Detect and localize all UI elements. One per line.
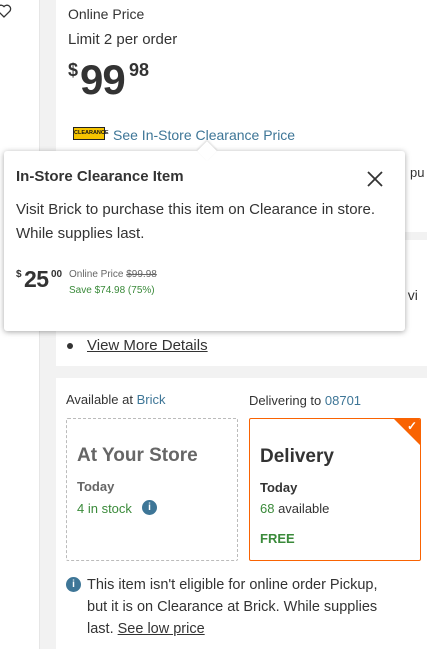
- close-icon[interactable]: [366, 170, 384, 188]
- delivery-shipping-cost: FREE: [260, 531, 295, 546]
- delivering-to-prefix: Delivering to: [249, 393, 322, 408]
- info-icon: i: [66, 577, 81, 592]
- pickup-ineligible-notice: i This item isn't eligible for online or…: [66, 574, 421, 640]
- price-cents: 98: [129, 60, 150, 80]
- view-more-details-link[interactable]: View More Details: [87, 337, 208, 354]
- heart-icon[interactable]: [0, 3, 12, 19]
- notice-line-3-prefix: last.: [87, 621, 118, 637]
- available-at-label: Available at Brick: [66, 392, 166, 407]
- tooltip-body: Visit Brick to purchase this item on Cle…: [16, 201, 376, 242]
- product-page: Online Price Limit 2 per order $ 99 98 C…: [0, 0, 427, 649]
- checkmark-icon: ✓: [406, 419, 417, 433]
- view-more-details: View More Details: [67, 337, 208, 354]
- bullet-icon: [67, 343, 73, 350]
- delivery-option-day: Today: [260, 480, 298, 495]
- delivery-available-word: available: [274, 501, 330, 516]
- clearance-price-link[interactable]: See In-Store Clearance Price: [113, 127, 295, 143]
- store-name-link[interactable]: Brick: [137, 392, 166, 407]
- delivery-count: 68: [260, 501, 275, 516]
- order-limit-text: Limit 2 per order: [68, 31, 178, 48]
- notice-line-1: This item isn't eligible for online orde…: [87, 577, 378, 593]
- obscured-text-fragment: pu: [410, 165, 425, 180]
- clearance-price-dollars: 25: [24, 266, 49, 292]
- tooltip-online-price-value: $99.98: [126, 269, 157, 280]
- delivering-to-label: Delivering to 08701: [249, 393, 361, 408]
- online-price-label: Online Price: [68, 6, 145, 22]
- clearance-price-currency: $: [16, 269, 22, 280]
- tooltip-arrow: [197, 141, 217, 161]
- tooltip-online-price: Online Price $99.98: [69, 269, 157, 280]
- available-at-prefix: Available at: [66, 392, 133, 407]
- tooltip-title: In-Store Clearance Item: [16, 168, 184, 185]
- notice-line-3: last. See low price: [66, 618, 421, 640]
- delivery-availability: 68 available: [260, 501, 329, 516]
- clearance-badge-icon: CLEARANCE: [73, 127, 109, 140]
- notice-line-2: but it is on Clearance at Brick. While s…: [87, 599, 378, 615]
- delivery-option-title: Delivery: [260, 446, 334, 467]
- clearance-tooltip: In-Store Clearance Item Visit Brick to p…: [4, 141, 405, 331]
- store-option-title: At Your Store: [77, 445, 198, 466]
- info-icon[interactable]: i: [142, 500, 157, 515]
- price-currency: $: [68, 60, 79, 80]
- section-divider: [56, 366, 427, 378]
- clearance-price-cents: 00: [51, 269, 63, 280]
- tooltip-online-price-label: Online Price: [69, 269, 124, 280]
- store-stock-count: 4 in stock: [77, 501, 132, 516]
- store-pickup-option[interactable]: At Your Store Today 4 in stock i: [66, 418, 238, 561]
- zip-code-link[interactable]: 08701: [325, 393, 361, 408]
- delivery-option[interactable]: ✓ Delivery Today 68 available FREE: [249, 418, 421, 561]
- see-low-price-link[interactable]: See low price: [118, 621, 205, 637]
- price-dollars: 99: [80, 56, 126, 103]
- store-option-day: Today: [77, 479, 115, 494]
- tooltip-savings: Save $74.98 (75%): [69, 285, 155, 296]
